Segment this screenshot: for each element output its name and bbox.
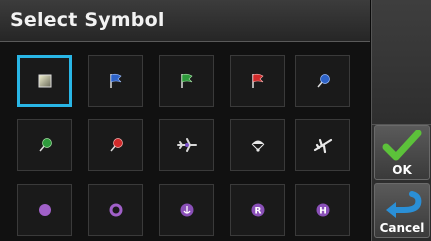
symbol-cell-red-pin[interactable] <box>88 119 143 171</box>
blue-flag-icon <box>109 73 121 88</box>
parachute-icon <box>251 140 264 152</box>
side-panel-empty <box>372 0 431 125</box>
side-button-panel: OK Cancel <box>371 0 431 241</box>
symbol-cell-green-flag[interactable] <box>159 55 214 107</box>
red-flag-icon <box>251 73 263 88</box>
green-flag-icon <box>180 73 192 88</box>
symbol-cell-green-pin[interactable] <box>17 119 72 171</box>
square-marker-icon <box>38 74 51 88</box>
purple-ring-icon <box>109 203 122 217</box>
green-pin-icon <box>38 138 52 152</box>
symbol-cell-crashed-airplane[interactable] <box>295 119 350 171</box>
checkmark-icon <box>382 130 422 161</box>
ok-label: OK <box>392 163 412 177</box>
symbol-cell-h-circle[interactable]: H <box>295 184 350 236</box>
select-symbol-screen: Select Symbol R H OK Cancel <box>0 0 431 241</box>
h-circle-icon: H <box>316 203 329 217</box>
symbol-cell-blue-flag[interactable] <box>88 55 143 107</box>
cancel-button[interactable]: Cancel <box>374 183 430 238</box>
symbol-grid: R H <box>0 42 370 241</box>
r-circle-icon: R <box>251 203 264 217</box>
symbol-cell-airplane[interactable] <box>159 119 214 171</box>
symbol-cell-r-circle[interactable]: R <box>230 184 285 236</box>
airplane-icon <box>176 138 197 152</box>
purple-dot-icon <box>38 204 51 216</box>
svg-text:H: H <box>319 207 327 217</box>
anchor-circle-icon <box>180 203 193 217</box>
page-title: Select Symbol <box>10 9 165 31</box>
symbol-cell-red-flag[interactable] <box>230 55 285 107</box>
back-arrow-icon <box>386 191 422 218</box>
cancel-label: Cancel <box>379 221 425 235</box>
blue-pin-icon <box>316 74 330 88</box>
ok-button[interactable]: OK <box>374 125 430 180</box>
symbol-cell-square-marker[interactable] <box>17 55 72 107</box>
symbol-cell-anchor-circle[interactable] <box>159 184 214 236</box>
symbol-cell-parachute[interactable] <box>230 119 285 171</box>
crashed-airplane-icon <box>313 138 332 154</box>
red-pin-icon <box>109 138 123 152</box>
symbol-cell-purple-ring[interactable] <box>88 184 143 236</box>
symbol-cell-purple-dot[interactable] <box>17 184 72 236</box>
title-bar: Select Symbol <box>0 0 370 42</box>
svg-text:R: R <box>254 207 261 217</box>
symbol-cell-blue-pin[interactable] <box>295 55 350 107</box>
